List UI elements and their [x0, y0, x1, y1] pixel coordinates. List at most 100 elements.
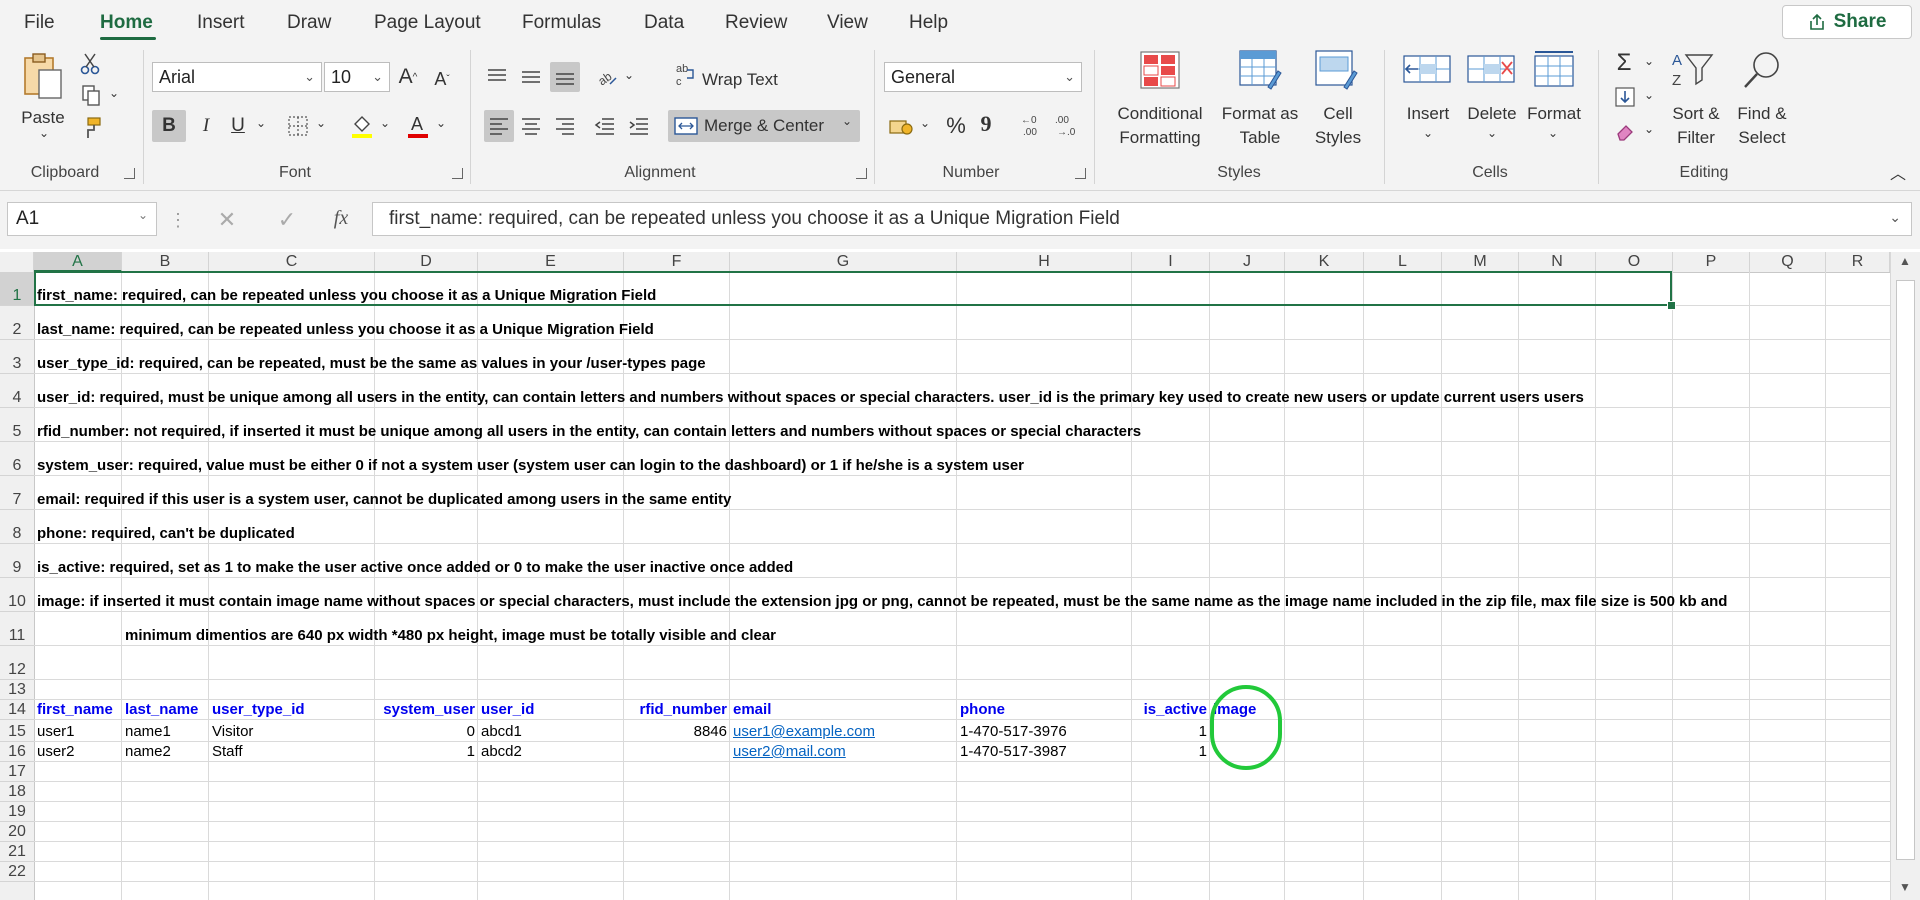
column-header-n[interactable]: N	[1519, 252, 1596, 272]
merge-center-button[interactable]: Merge & Center ⌄	[668, 110, 860, 142]
align-left-icon[interactable]	[484, 110, 514, 142]
row-header-14[interactable]: 14	[0, 700, 34, 720]
paste-icon[interactable]	[18, 52, 68, 100]
column-header-q[interactable]: Q	[1750, 252, 1826, 272]
cell-h16[interactable]: 1-470-517-3987	[957, 742, 1067, 762]
cell-f14[interactable]: rfid_number	[624, 700, 730, 720]
decrease-decimal-icon[interactable]: .00 →.0	[1050, 110, 1080, 142]
increase-font-icon[interactable]: A ^	[394, 62, 422, 92]
column-header-d[interactable]: D	[375, 252, 478, 272]
row-header-17[interactable]: 17	[0, 762, 34, 782]
cell-g16[interactable]: user2@mail.com	[730, 742, 846, 762]
fill-dropdown-icon[interactable]: ⌄	[1642, 88, 1656, 102]
cell-i16[interactable]: 1	[1132, 742, 1210, 762]
column-header-c[interactable]: C	[209, 252, 375, 272]
column-header-f[interactable]: F	[624, 252, 730, 272]
cell-c15[interactable]: Visitor	[209, 720, 253, 742]
font-size-combo[interactable]: 10 ⌄	[324, 62, 390, 92]
row-header-1[interactable]: 1	[0, 272, 34, 306]
row-header-20[interactable]: 20	[0, 822, 34, 842]
align-bottom-icon[interactable]	[550, 62, 580, 92]
orientation-icon[interactable]: ab	[594, 64, 620, 90]
name-box[interactable]: A1 ⌄	[7, 202, 157, 236]
cell-d16[interactable]: 1	[375, 742, 478, 762]
cell-c16[interactable]: Staff	[209, 742, 243, 762]
number-format-combo[interactable]: General ⌄	[884, 62, 1082, 92]
accounting-dropdown-icon[interactable]: ⌄	[918, 116, 932, 130]
cell-e14[interactable]: user_id	[478, 700, 534, 720]
column-header-i[interactable]: I	[1132, 252, 1210, 272]
column-header-r[interactable]: R	[1826, 252, 1890, 272]
align-top-icon[interactable]	[484, 64, 510, 90]
format-cells-button[interactable]: Format	[1516, 102, 1592, 126]
italic-button[interactable]: I	[192, 110, 220, 142]
format-cells-icon[interactable]	[1530, 48, 1578, 92]
fill-dropdown-icon[interactable]: ⌄	[378, 116, 392, 130]
row-header-6[interactable]: 6	[0, 442, 34, 476]
delete-dropdown-icon[interactable]: ⌄	[1484, 126, 1500, 140]
column-header-m[interactable]: M	[1442, 252, 1519, 272]
cell-b14[interactable]: last_name	[122, 700, 198, 720]
bold-button[interactable]: B	[152, 110, 186, 142]
decrease-indent-icon[interactable]	[592, 112, 618, 140]
cell-a15[interactable]: user1	[34, 720, 75, 742]
font-color-icon[interactable]: A	[404, 110, 432, 142]
cell-f15[interactable]: 8846	[624, 720, 730, 742]
insert-cells-icon[interactable]	[1402, 48, 1452, 92]
cell-c14[interactable]: user_type_id	[209, 700, 305, 720]
column-header-j[interactable]: J	[1210, 252, 1285, 272]
find-select-line2[interactable]: Select	[1730, 126, 1794, 150]
row-header-22[interactable]: 22	[0, 862, 34, 882]
format-painter-icon[interactable]	[78, 116, 104, 140]
enter-icon[interactable]: ✓	[274, 205, 300, 235]
cell-styles-line1[interactable]: Cell	[1304, 102, 1372, 126]
column-header-o[interactable]: O	[1596, 252, 1673, 272]
cell-a10[interactable]: image: if inserted it must contain image…	[34, 578, 1727, 612]
tab-review[interactable]: Review	[725, 12, 787, 34]
row-header-4[interactable]: 4	[0, 374, 34, 408]
cut-icon[interactable]	[78, 52, 102, 76]
insert-dropdown-icon[interactable]: ⌄	[1420, 126, 1436, 140]
decrease-font-icon[interactable]: Aˇ	[428, 64, 456, 94]
cell-a9[interactable]: is_active: required, set as 1 to make th…	[34, 544, 793, 578]
align-middle-icon[interactable]	[518, 64, 544, 90]
find-select-line1[interactable]: Find &	[1730, 102, 1794, 126]
fill-handle[interactable]	[1667, 301, 1676, 310]
cell-e15[interactable]: abcd1	[478, 720, 522, 742]
tab-page-layout[interactable]: Page Layout	[374, 12, 481, 34]
alignment-launcher-icon[interactable]	[856, 168, 867, 179]
row-header-8[interactable]: 8	[0, 510, 34, 544]
font-name-combo[interactable]: Arial ⌄	[152, 62, 322, 92]
cell-a6[interactable]: system_user: required, value must be eit…	[34, 442, 1024, 476]
row-header-10[interactable]: 10	[0, 578, 34, 612]
row-header-13[interactable]: 13	[0, 680, 34, 700]
copy-icon[interactable]	[78, 84, 104, 108]
cell-a7[interactable]: email: required if this user is a system…	[34, 476, 731, 510]
sort-filter-line2[interactable]: Filter	[1664, 126, 1728, 150]
clipboard-launcher-icon[interactable]	[124, 168, 135, 179]
wrap-text-icon[interactable]: ab c	[674, 60, 698, 90]
percent-button[interactable]: %	[942, 110, 970, 142]
cell-g14[interactable]: email	[730, 700, 771, 720]
tab-view[interactable]: View	[827, 12, 868, 34]
tab-home[interactable]: Home	[100, 12, 153, 34]
cell-g15[interactable]: user1@example.com	[730, 720, 875, 742]
tab-help[interactable]: Help	[909, 12, 948, 34]
row-header-18[interactable]: 18	[0, 782, 34, 802]
tab-data[interactable]: Data	[644, 12, 684, 34]
align-center-icon[interactable]	[518, 112, 544, 140]
orientation-dropdown-icon[interactable]: ⌄	[622, 68, 636, 82]
cell-h15[interactable]: 1-470-517-3976	[957, 720, 1067, 742]
column-header-e[interactable]: E	[478, 252, 624, 272]
format-dropdown-icon[interactable]: ⌄	[1545, 126, 1561, 140]
increase-indent-icon[interactable]	[626, 112, 652, 140]
cell-b11[interactable]: minimum dimentios are 640 px width *480 …	[122, 612, 776, 646]
row-header-11[interactable]: 11	[0, 612, 34, 646]
tab-file[interactable]: File	[24, 12, 55, 34]
borders-icon[interactable]	[284, 112, 312, 140]
tab-draw[interactable]: Draw	[287, 12, 331, 34]
select-all-corner[interactable]	[0, 252, 34, 272]
worksheet-grid[interactable]: ABCDEFGHIJKLMNOPQR 1 2 3 4 5 6 7 8 9 10 11 12 13 14 15…	[0, 252, 1920, 900]
cell-a16[interactable]: user2	[34, 742, 75, 762]
cell-a5[interactable]: rfid_number: not required, if inserted i…	[34, 408, 1141, 442]
